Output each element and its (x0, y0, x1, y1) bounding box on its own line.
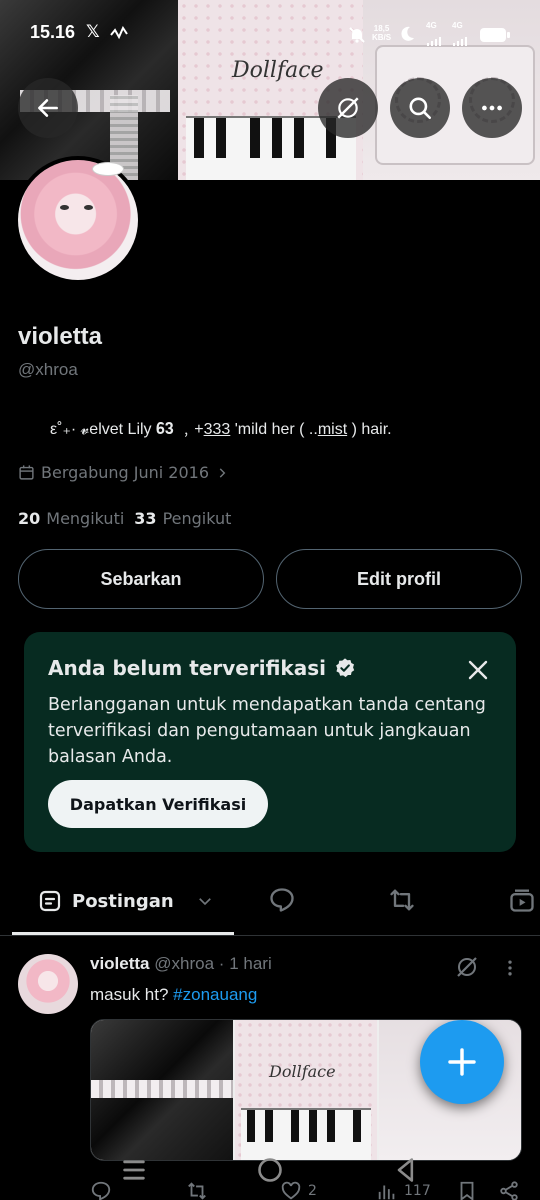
network-type-2: 4G (452, 21, 463, 30)
verification-description: Berlangganan untuk mendapatkan tanda cen… (48, 695, 486, 767)
signal-1-icon (427, 32, 443, 46)
post-media-dollface: Dollface (235, 1020, 377, 1160)
avatar-photo (18, 160, 138, 280)
verification-card: Anda belum terverifikasi Berlangganan un… (24, 632, 516, 852)
repost-icon (188, 1182, 206, 1200)
bio-underline-2[interactable]: mist (318, 421, 347, 438)
close-icon[interactable] (466, 658, 490, 682)
posts-icon (39, 890, 61, 912)
replies-icon[interactable] (268, 886, 296, 914)
network-type-1: 4G (426, 21, 437, 30)
grok-icon (337, 97, 359, 119)
post-media-keys (241, 1108, 371, 1160)
avatar-speech-bubble (92, 162, 124, 176)
verified-badge-icon (336, 658, 355, 678)
bio-suffix: ) hair. (347, 421, 392, 438)
post-time[interactable]: 1 hari (229, 954, 272, 973)
tab-posts[interactable]: Postingan (14, 868, 214, 934)
share-profile-button[interactable]: Sebarkan (18, 549, 264, 609)
post-text: masuk ht? #zonauang (90, 985, 257, 1005)
like-count: 2 (308, 1183, 317, 1199)
post-actions: 2 117 (0, 1172, 540, 1200)
views-action[interactable]: 117 (376, 1180, 431, 1200)
net-speed-unit: KB/S (372, 33, 392, 42)
repost-action[interactable] (186, 1180, 208, 1200)
bio-prefix: ε˚₊· 𝓿elvet Lily 𝟔𝟑 ﹐+ (50, 421, 204, 438)
followers-link[interactable]: 33 Pengikut (134, 509, 231, 528)
profile-tabs: Postingan (0, 868, 540, 936)
grok-button[interactable] (318, 78, 378, 138)
post-hashtag[interactable]: #zonauang (173, 985, 257, 1004)
reply-action[interactable] (90, 1180, 112, 1200)
post-media-bag (91, 1020, 233, 1160)
bio-middle: 'mild her ( .. (230, 421, 318, 438)
reply-icon (91, 1181, 111, 1200)
plus-icon (448, 1048, 476, 1076)
activity-icon (110, 26, 128, 40)
like-action[interactable]: 2 (280, 1180, 317, 1200)
joined-date[interactable]: Bergabung Juni 2016 (18, 463, 229, 482)
post-author-name[interactable]: violetta (90, 954, 150, 973)
post-media-logo: Dollface (269, 1062, 336, 1081)
bookmark-icon (460, 1181, 474, 1200)
bookmark-action[interactable] (456, 1180, 478, 1200)
views-count: 117 (404, 1183, 431, 1199)
more-horizontal-icon (482, 105, 502, 111)
bio-underline-1[interactable]: 333 (204, 421, 231, 438)
follow-stats: 20 Mengikuti 33 Pengikut (18, 509, 231, 528)
following-count: 20 (18, 509, 41, 528)
joined-label: Bergabung Juni 2016 (41, 463, 210, 482)
post-body: masuk ht? (90, 985, 169, 1004)
views-icon (378, 1185, 395, 1200)
following-label: Mengikuti (46, 509, 125, 528)
x-logo-icon: 𝕏 (86, 22, 100, 42)
post-avatar[interactable] (18, 954, 78, 1014)
profile-bio: ε˚₊· 𝓿elvet Lily 𝟔𝟑 ﹐+333 'mild her ( ..… (50, 415, 392, 439)
profile-avatar[interactable] (14, 156, 142, 284)
post-header: violetta @xhroa · 1 hari (90, 954, 272, 974)
edit-profile-button[interactable]: Edit profil (276, 549, 522, 609)
verification-title: Anda belum terverifikasi (48, 656, 356, 680)
chevron-down-icon[interactable] (196, 892, 214, 910)
reposts-icon[interactable] (388, 886, 416, 914)
profile-handle: @xhroa (18, 360, 78, 379)
compose-button[interactable] (420, 1020, 504, 1104)
share-action[interactable] (498, 1180, 520, 1200)
post-author-handle[interactable]: @xhroa (154, 954, 214, 973)
tabs-divider (0, 935, 540, 936)
moon-icon (401, 26, 414, 41)
following-link[interactable]: 20 Mengikuti (18, 509, 124, 528)
chevron-right-icon (219, 467, 226, 478)
share-icon (500, 1181, 518, 1200)
verification-title-text: Anda belum terverifikasi (48, 656, 326, 680)
more-vertical-icon[interactable] (500, 958, 520, 978)
search-button[interactable] (390, 78, 450, 138)
battery-icon (480, 28, 510, 42)
arrow-left-icon (38, 99, 58, 117)
back-button[interactable] (18, 78, 78, 138)
tab-posts-label: Postingan (72, 890, 174, 912)
net-speed-value: 18,5 (373, 24, 390, 33)
status-time: 15.16 (30, 22, 76, 42)
mute-bell-icon (349, 27, 365, 43)
profile-name: violetta (18, 323, 103, 350)
banner-logo-text: Dollface (232, 58, 324, 83)
more-options-button[interactable] (462, 78, 522, 138)
net-speed: 18,5 KB/S (372, 24, 391, 42)
get-verified-button[interactable]: Dapatkan Verifikasi (48, 780, 268, 828)
search-icon (409, 97, 432, 120)
status-bar: 15.16 𝕏 18,5 KB/S 4G 4G (0, 18, 540, 52)
followers-label: Pengikut (162, 509, 232, 528)
post-separator: · (218, 954, 225, 973)
followers-count: 33 (134, 509, 157, 528)
calendar-icon (19, 465, 34, 480)
signal-2-icon (453, 32, 469, 46)
media-icon[interactable] (508, 886, 536, 914)
grok-icon[interactable] (455, 955, 479, 979)
heart-icon (281, 1181, 301, 1200)
